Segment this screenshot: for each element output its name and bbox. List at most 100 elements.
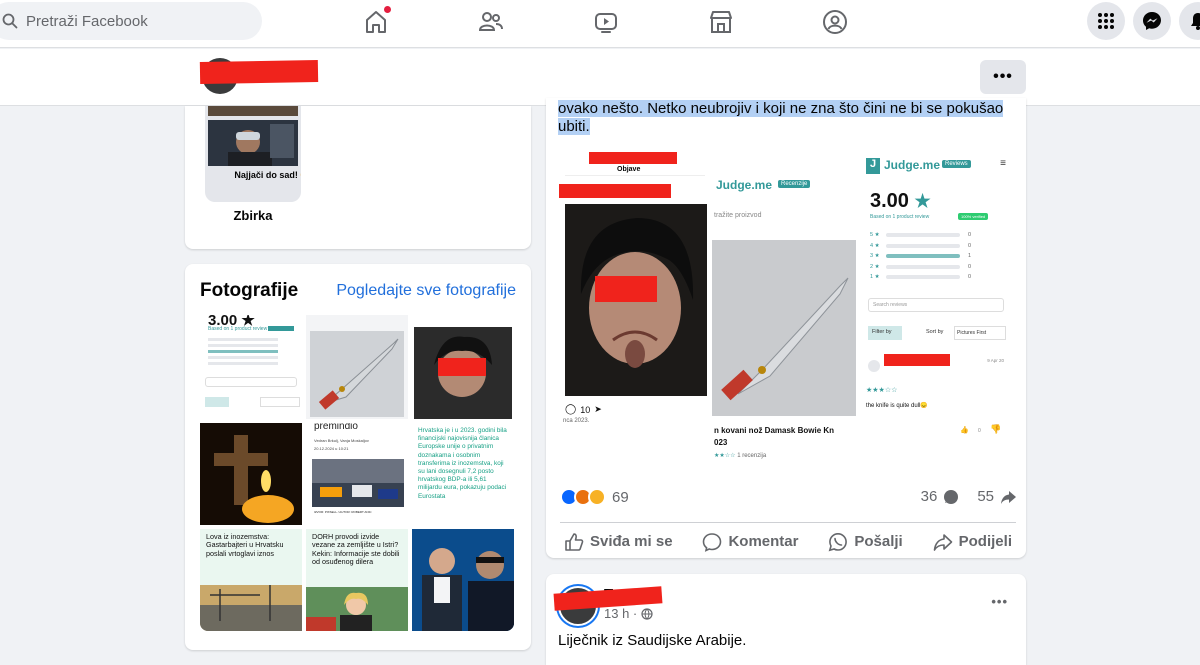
rating-breakdown: 5 ★ 0 4 ★ 0 3 ★ 1 2 ★ 0 1 ★ 0 — [870, 230, 1002, 283]
comment-count-icon — [944, 489, 959, 504]
rating-row-stars: 2 ★ — [870, 263, 880, 270]
home-icon[interactable] — [363, 6, 391, 35]
send-button[interactable]: Pošalji — [824, 532, 906, 552]
photo-tile[interactable] — [412, 315, 514, 419]
redaction-mark — [559, 184, 671, 198]
rating-value: 3.00 ★ — [870, 190, 931, 212]
search-input[interactable] — [26, 12, 226, 30]
image-header-text: Objave — [617, 166, 641, 173]
notifications-button[interactable] — [1179, 2, 1200, 40]
reactions-count: 69 — [612, 488, 629, 506]
photo-tile[interactable] — [200, 423, 302, 525]
rating-row-count: 0 — [968, 242, 972, 249]
rating-row: 2 ★ 0 — [870, 262, 1002, 273]
tile-bars — [208, 335, 296, 365]
collection-label[interactable]: Zbirka — [205, 208, 301, 223]
rating-row-bar — [886, 264, 960, 269]
like-button[interactable]: Sviđa mi se — [560, 532, 677, 552]
photo-tile[interactable] — [306, 315, 408, 419]
tile-text: Lova iz inozemstva: Gastarbajteri u Hrva… — [206, 532, 284, 558]
reactions[interactable]: 69 — [560, 488, 629, 506]
tile-text: 20.12.2024 u 10:21 — [314, 446, 349, 451]
watch-icon[interactable] — [593, 9, 619, 35]
rating-row: 1 ★ 0 — [870, 272, 1002, 283]
judge-me-logo: J — [866, 158, 880, 174]
rating-based-on: Based on 1 product review — [870, 214, 930, 220]
reviewer-avatar — [868, 360, 880, 372]
send-label: Pošalji — [854, 533, 903, 550]
share-icon — [933, 533, 952, 551]
redaction-mark — [199, 59, 319, 85]
rating-row-fill — [886, 254, 960, 259]
second-post-card: T v 13 h · ••• Liječnik iz Saudijske Ara… — [546, 574, 1026, 665]
rating-row-bar — [886, 254, 960, 259]
photo-tile[interactable]: Lova iz inozemstva: Gastarbajteri u Hrva… — [200, 529, 302, 631]
collection-photo — [208, 106, 298, 116]
groups-icon[interactable] — [822, 9, 848, 35]
rating-row-stars: 1 ★ — [870, 274, 880, 281]
tile-badge — [268, 326, 294, 331]
image-date: nca 2023. — [563, 418, 590, 424]
judge-me-brand: Judge.me — [716, 178, 773, 192]
verified-badge: 100% verified — [958, 213, 989, 220]
product-title-line2: 023 — [714, 438, 728, 447]
engagement-counts: 36 55 — [921, 488, 1016, 505]
helpful-icon: 👍 — [960, 427, 969, 434]
photo-tile[interactable]: DORH provodi izvide vezane za zemljište … — [306, 529, 408, 631]
profile-more-button[interactable]: ••• — [980, 60, 1026, 94]
comment-button[interactable]: Komentar — [698, 532, 802, 552]
tile-text: DORH provodi izvide vezane za zemljište … — [312, 532, 400, 567]
notification-dot — [384, 6, 391, 13]
sort-label: Sort by — [926, 329, 944, 335]
photo-tile[interactable]: 3.00 ★ Based on 1 product review — [200, 315, 302, 419]
tile-sort — [260, 397, 300, 407]
shares-count[interactable]: 55 — [977, 488, 994, 505]
marketplace-icon[interactable] — [708, 9, 734, 35]
search-icon — [2, 13, 18, 29]
product-title: n kovani nož Damask Bowie Kn — [714, 426, 835, 435]
post-time-text[interactable]: 13 h · — [604, 606, 637, 621]
post-more-button[interactable]: ••• — [991, 594, 1008, 609]
post-image[interactable]: Objave ◯ 10 ➤ nca 2023. — [559, 152, 709, 470]
image-footer: ◯ 10 ➤ — [565, 404, 602, 415]
redaction-mark — [589, 152, 677, 164]
rating-row-bar — [886, 233, 960, 238]
rating-row-count: 0 — [968, 263, 972, 270]
friends-icon[interactable] — [478, 9, 504, 35]
collection-thumbnail[interactable]: Najjači do sad! 😜 — [205, 106, 301, 202]
hamburger-icon[interactable]: ≡ — [1000, 158, 1006, 169]
image-count: 10 — [580, 404, 591, 415]
share-button[interactable]: Podijeli — [929, 532, 1016, 552]
search-box[interactable] — [0, 2, 262, 40]
filter-button: Filter by — [868, 326, 902, 340]
bell-icon — [1191, 13, 1200, 30]
photo-tile[interactable]: Hrvatska je i u 2023. godini bila financ… — [412, 423, 514, 525]
comments-count[interactable]: 36 — [921, 488, 938, 505]
tile-search — [205, 377, 297, 387]
post-time: 13 h · — [604, 606, 653, 621]
rating-row-stars: 3 ★ — [870, 253, 880, 260]
redaction-mark — [595, 276, 657, 302]
sort-select: Pictures First — [954, 326, 1006, 340]
judge-me-badge: Reviews — [942, 160, 971, 168]
second-post-text: Liječnik iz Saudijske Arabije. — [558, 632, 747, 649]
review-text: the knife is quite dull😞 — [866, 403, 928, 409]
like-label: Sviđa mi se — [590, 533, 673, 550]
photo-tile[interactable]: premindio Vedran Brkulj, Vanja Moskaljov… — [306, 423, 408, 525]
collection-card: Najjači do sad! 😜 Zbirka — [185, 106, 531, 249]
whatsapp-icon — [829, 532, 848, 551]
see-all-photos-link[interactable]: Pogledajte sve fotografije — [336, 282, 516, 300]
messenger-button[interactable] — [1133, 2, 1171, 40]
rating-row: 3 ★ 1 — [870, 251, 1002, 262]
post-image[interactable]: J Judge.me Reviews ≡ 3.00 ★ Based on 1 p… — [864, 152, 1008, 446]
share-label: Podijeli — [958, 533, 1012, 550]
post-card: ovako nešto. Netko neubrojiv i koji ne z… — [546, 98, 1026, 558]
rating-row-count: 0 — [968, 274, 972, 281]
tile-text: Hrvatska je i u 2023. godini bila financ… — [418, 427, 507, 500]
post-image[interactable]: Judge.me Recenzije tražite proizvod n ko… — [712, 160, 858, 470]
redaction-mark — [884, 354, 950, 366]
comment-icon — [703, 532, 722, 552]
reviews-search: Search reviews — [868, 298, 1004, 312]
menu-grid-button[interactable] — [1087, 2, 1125, 40]
photo-tile[interactable] — [412, 529, 514, 631]
